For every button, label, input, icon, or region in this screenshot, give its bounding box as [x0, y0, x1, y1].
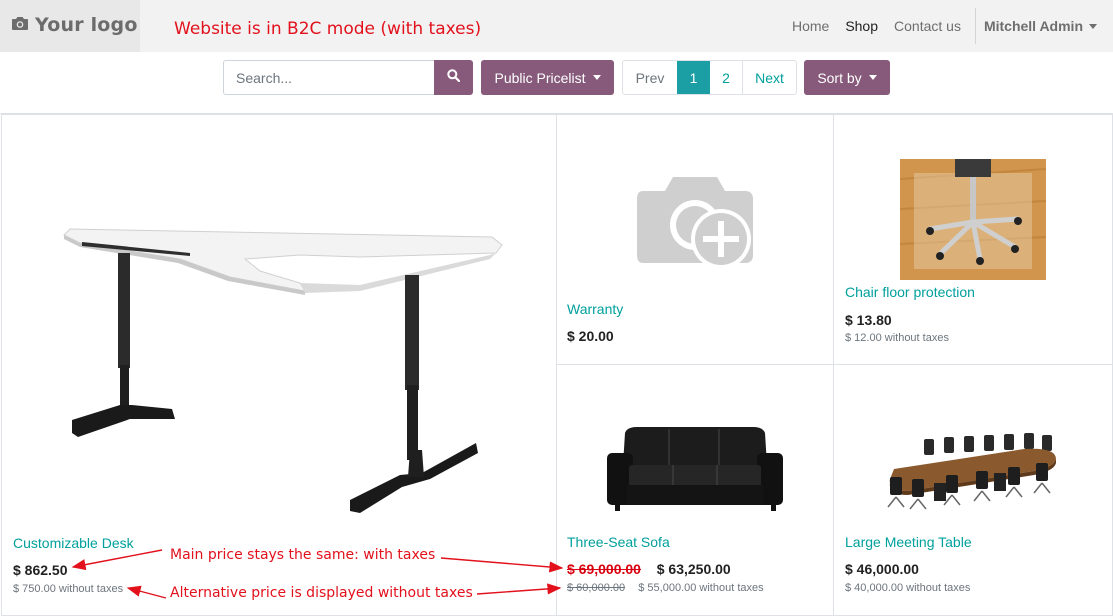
search-input[interactable] — [223, 60, 435, 95]
user-name: Mitchell Admin — [983, 18, 1083, 34]
product-price: $ 63,250.00 — [656, 561, 731, 577]
product-price: $ 46,000.00 — [845, 561, 919, 577]
product-image-meeting-table[interactable] — [884, 433, 1060, 518]
pager-next[interactable]: Next — [742, 61, 796, 94]
search-button[interactable] — [434, 60, 473, 95]
product-alt-price: $ 12.00 without taxes — [845, 332, 949, 344]
product-old-alt-price: $ 60,000.00 — [567, 582, 626, 594]
product-price: $ 862.50 — [13, 562, 68, 578]
product-price: $ 20.00 — [567, 328, 614, 344]
product-image-sofa[interactable] — [607, 425, 783, 520]
logo[interactable]: Your logo — [11, 14, 138, 36]
chevron-down-icon — [1089, 23, 1097, 29]
product-image-desk[interactable] — [60, 215, 505, 520]
product-name[interactable]: Customizable Desk — [13, 535, 134, 551]
annotation-alt-price: Alternative price is displayed without t… — [170, 585, 473, 601]
product-alt-price: $ 750.00 without taxes — [13, 583, 124, 595]
user-menu[interactable]: Mitchell Admin — [976, 18, 1105, 34]
product-card-warranty[interactable]: Warranty $ 20.00 — [556, 114, 834, 365]
product-card-three-seat-sofa[interactable]: Three-Seat Sofa $ 69,000.00 $ 63,250.00 … — [556, 364, 834, 616]
nav-home[interactable]: Home — [784, 18, 837, 34]
search-icon — [447, 68, 461, 87]
product-card-large-meeting-table[interactable]: Large Meeting Table $ 46,000.00 $ 40,000… — [833, 364, 1113, 616]
b2c-mode-annotation: Website is in B2C mode (with taxes) — [174, 19, 482, 39]
product-old-price: $ 69,000.00 — [567, 561, 641, 577]
pager: Prev 1 2 Next — [622, 60, 797, 95]
placeholder-camera-icon[interactable] — [635, 171, 755, 280]
product-name[interactable]: Chair floor protection — [845, 284, 975, 300]
annotation-main-price: Main price stays the same: with taxes — [170, 547, 436, 563]
pager-page-2[interactable]: 2 — [710, 61, 742, 94]
chevron-down-icon — [592, 75, 601, 80]
product-card-chair-floor-protection[interactable]: Chair floor protection $ 13.80 $ 12.00 w… — [833, 114, 1113, 365]
product-alt-price: $ 55,000.00 without taxes — [638, 582, 764, 594]
product-image-chair-mat[interactable] — [899, 159, 1047, 285]
product-name[interactable]: Three-Seat Sofa — [567, 534, 670, 550]
pager-page-1[interactable]: 1 — [677, 61, 710, 94]
product-alt-price-line: $ 60,000.00 $ 55,000.00 without taxes — [567, 582, 764, 594]
product-price: $ 13.80 — [845, 312, 892, 328]
product-name[interactable]: Large Meeting Table — [845, 534, 972, 550]
top-navbar: Your logo Website is in B2C mode (with t… — [0, 0, 1113, 52]
pager-prev[interactable]: Prev — [623, 61, 677, 94]
chevron-down-icon — [868, 75, 877, 80]
product-card-customizable-desk[interactable]: Customizable Desk $ 862.50 $ 750.00 with… — [1, 114, 557, 616]
logo-area[interactable]: Your logo — [0, 0, 140, 52]
sort-by-dropdown[interactable]: Sort by — [804, 60, 890, 95]
pricelist-dropdown[interactable]: Public Pricelist — [481, 60, 614, 95]
camera-icon — [11, 15, 29, 36]
pricelist-label: Public Pricelist — [494, 69, 586, 86]
product-price-line: $ 69,000.00 $ 63,250.00 — [567, 561, 731, 577]
nav-contact-us[interactable]: Contact us — [886, 18, 969, 34]
product-name[interactable]: Warranty — [567, 301, 623, 317]
product-alt-price: $ 40,000.00 without taxes — [845, 582, 971, 594]
main-menu: Home Shop Contact us Mitchell Admin — [784, 0, 1113, 52]
sort-by-label: Sort by — [817, 69, 862, 86]
nav-shop[interactable]: Shop — [837, 18, 886, 34]
logo-text: Your logo — [35, 14, 138, 36]
